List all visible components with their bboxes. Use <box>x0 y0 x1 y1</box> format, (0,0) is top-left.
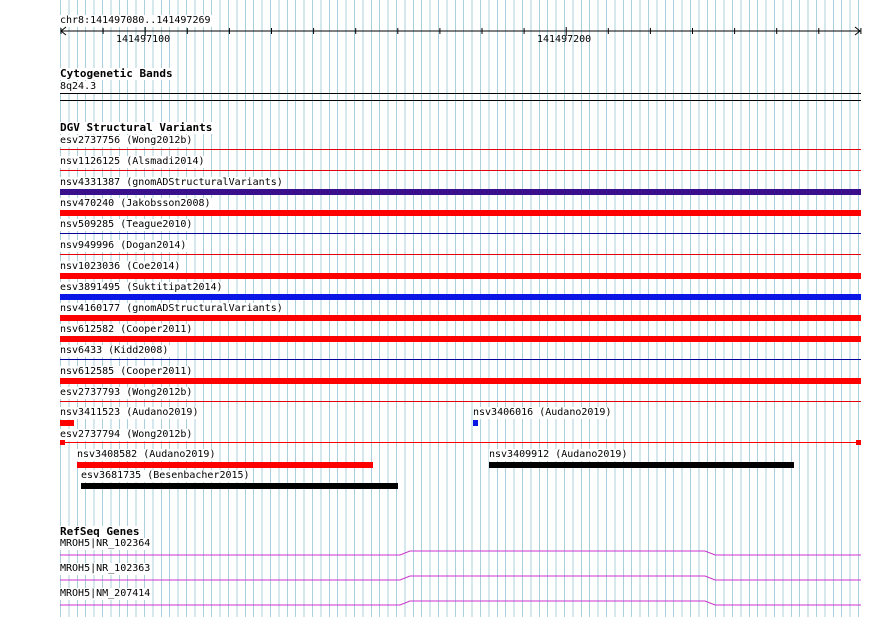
gene-features[interactable] <box>0 0 890 617</box>
gene-feature <box>60 550 861 556</box>
gene-feature <box>60 575 861 581</box>
gene-feature <box>60 600 861 606</box>
